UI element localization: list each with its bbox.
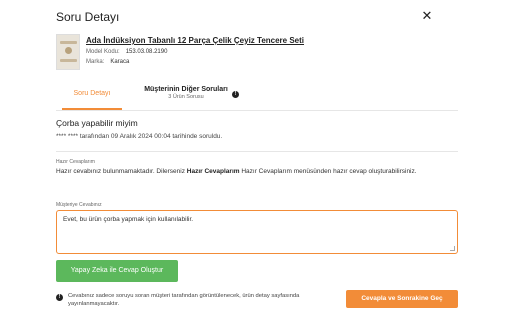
product-code-row: Model Kodu: 153.03.08.2190 xyxy=(86,49,167,55)
ai-generate-answer-button[interactable]: Yapay Zeka ile Cevap Oluştur xyxy=(56,260,178,282)
answer-and-next-button[interactable]: Cevapla ve Sonrakine Geç xyxy=(346,290,458,308)
ready-answers-text-after: Hazır Cevaplarım menüsünden hazır cevap … xyxy=(239,168,417,175)
product-code-value: 153.03.08.2190 xyxy=(125,49,168,55)
product-name-link[interactable]: Ada İndüksiyon Tabanlı 12 Parça Çelik Çe… xyxy=(86,36,304,45)
product-image-pot xyxy=(65,47,72,54)
tab-customer-other-questions-count: 3 Ürün Sorusu xyxy=(168,94,204,100)
close-icon[interactable]: ✕ xyxy=(420,8,434,24)
tab-question-detail[interactable]: Soru Detayı xyxy=(62,86,122,110)
info-icon[interactable]: ! xyxy=(232,91,239,98)
question-meta: **** **** tarafından 09 Aralık 2024 00:0… xyxy=(56,133,223,140)
answer-text: Evet, bu ürün çorba yapmak için kullanıl… xyxy=(63,216,194,223)
ready-answers-link[interactable]: Hazır Cevaplarım xyxy=(187,168,240,175)
tab-customer-other-questions[interactable]: Müşterinin Diğer Soruları 3 Ürün Sorusu xyxy=(134,86,238,100)
product-image-shelf xyxy=(60,59,77,62)
ready-answers-label: Hazır Cevaplarım xyxy=(56,159,95,165)
product-image-shelf xyxy=(60,41,77,44)
tab-customer-other-questions-label: Müşterinin Diğer Soruları xyxy=(144,86,228,93)
product-brand-label: Marka: xyxy=(86,59,105,65)
question-text: Çorba yapabilir miyim xyxy=(56,118,138,128)
answer-label: Müşteriye Cevabınız xyxy=(56,202,102,208)
product-brand-value: Karaca xyxy=(110,59,130,65)
ready-answers-text-before: Hazır cevabınız bulunmamaktadır. Dilerse… xyxy=(56,168,187,175)
ready-answers-text: Hazır cevabınız bulunmamaktadır. Dilerse… xyxy=(56,167,426,177)
tabs-divider xyxy=(56,110,458,111)
answer-textarea[interactable]: Evet, bu ürün çorba yapmak için kullanıl… xyxy=(56,210,458,254)
product-code-label: Model Kodu: xyxy=(86,49,120,55)
visibility-notice: Cevabınız sadece soruyu soran müşteri ta… xyxy=(68,293,300,307)
info-icon: ! xyxy=(56,294,63,301)
product-image xyxy=(56,34,80,70)
modal-title: Soru Detayı xyxy=(56,10,120,24)
question-detail-modal: Soru Detayı ✕ Ada İndüksiyon Tabanlı 12 … xyxy=(0,0,512,320)
resize-handle[interactable] xyxy=(450,246,455,251)
question-divider xyxy=(56,151,458,152)
product-brand-row: Marka: Karaca xyxy=(86,59,129,65)
